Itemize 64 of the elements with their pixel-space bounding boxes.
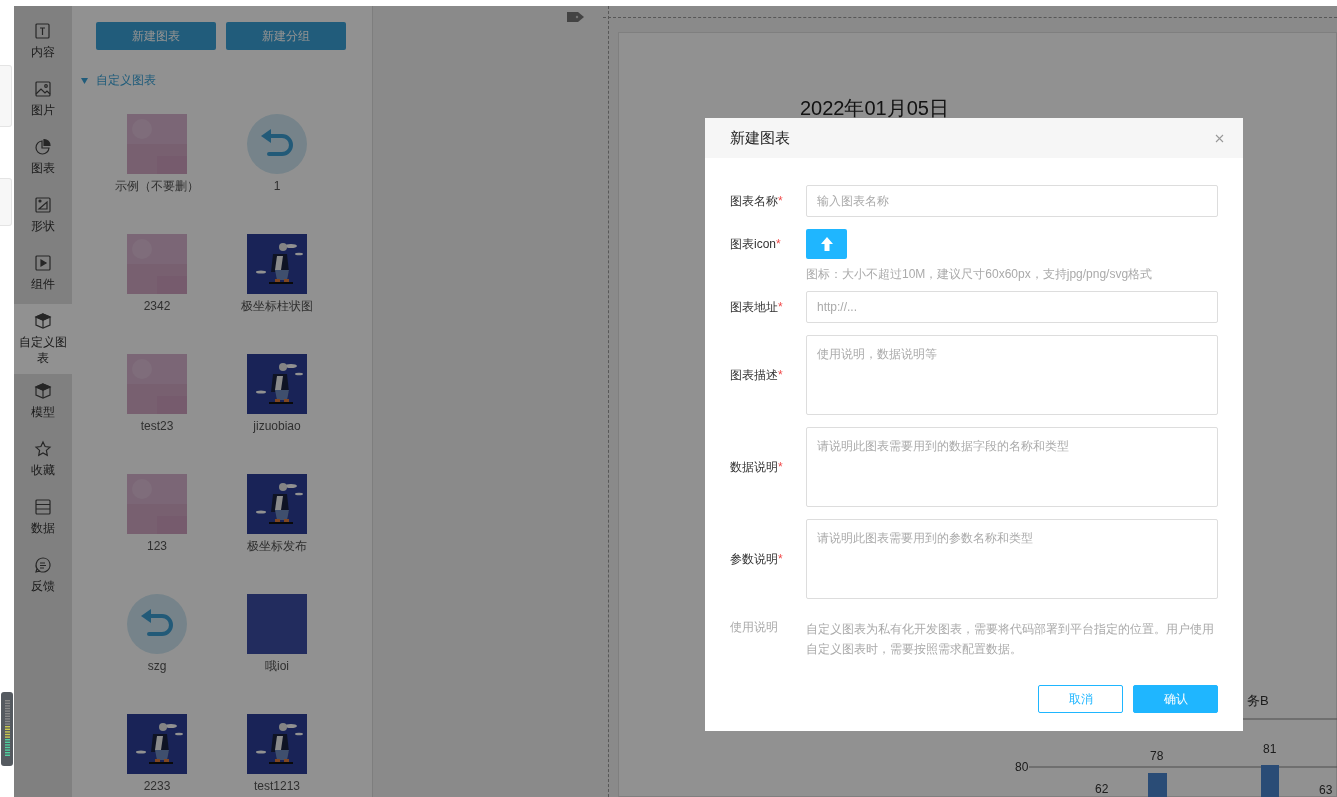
bar bbox=[1261, 765, 1279, 797]
image-icon bbox=[34, 80, 52, 98]
panel-edge bbox=[0, 178, 12, 226]
confirm-button[interactable]: 确认 bbox=[1133, 685, 1218, 713]
star-icon bbox=[34, 440, 52, 458]
cancel-button[interactable]: 取消 bbox=[1038, 685, 1123, 713]
shape-icon bbox=[34, 196, 52, 214]
bar-value-label: 81 bbox=[1263, 742, 1277, 756]
chart-item-label[interactable]: 极坐标柱状图 bbox=[241, 298, 313, 314]
chart-item-label[interactable]: 123 bbox=[147, 538, 167, 554]
undo-icon bbox=[247, 114, 307, 174]
bar bbox=[1148, 773, 1167, 797]
group-title[interactable]: 自定义图表 bbox=[96, 72, 156, 89]
up-arrow-icon bbox=[819, 236, 834, 252]
chart-item-label[interactable]: 1 bbox=[273, 178, 281, 194]
chart-item-label[interactable]: jizuobiao bbox=[253, 418, 301, 434]
bar-value-label: 63 bbox=[1319, 783, 1333, 797]
chart-item-label[interactable]: test1213 bbox=[253, 778, 300, 794]
thumbnail bbox=[247, 594, 307, 654]
legend-label: 务B bbox=[1247, 693, 1269, 708]
field-label: 图表名称* bbox=[730, 192, 784, 210]
chart-item-label[interactable]: 示例（不要删） bbox=[115, 178, 199, 194]
chart-item-label[interactable]: 哦ioi bbox=[265, 658, 289, 674]
panel-edge bbox=[0, 65, 12, 127]
chart-item-label[interactable]: 2233 bbox=[143, 778, 171, 794]
bar-value-label: 78 bbox=[1150, 749, 1164, 763]
usage-note: 自定义图表为私有化开发图表，需要将代码部署到平台指定的位置。用户使用自定义图表时，需要按照需求配置数据。 bbox=[806, 621, 1215, 658]
chart-item-label[interactable]: 极坐标发布 bbox=[247, 538, 307, 554]
play-icon bbox=[34, 254, 52, 272]
text-icon bbox=[34, 22, 52, 40]
pie-chart-icon bbox=[34, 138, 52, 156]
chart-item-label[interactable]: 2342 bbox=[143, 298, 171, 314]
cube-icon bbox=[34, 382, 52, 400]
chart-item-label[interactable]: szg bbox=[147, 658, 167, 674]
field-label: 数据说明* bbox=[730, 458, 784, 476]
new-button[interactable]: 新建图表 bbox=[96, 22, 216, 50]
sidebar-item[interactable]: 自定义图表 bbox=[14, 304, 72, 374]
dialog-title: 新建图表 bbox=[730, 128, 790, 148]
text-area[interactable]: 请说明此图表需要用到的数据字段的名称和类型 bbox=[806, 427, 1218, 507]
text-area[interactable]: 使用说明，数据说明等 bbox=[806, 335, 1218, 415]
tag-icon bbox=[566, 12, 584, 22]
text-field[interactable]: 输入图表名称 bbox=[806, 185, 1218, 217]
chat-icon bbox=[34, 556, 52, 574]
text-field[interactable]: http://... bbox=[806, 291, 1218, 323]
axis-tick-label: 80 bbox=[1015, 760, 1029, 774]
list-icon bbox=[34, 498, 52, 516]
close-button[interactable] bbox=[1213, 132, 1225, 144]
upload-button[interactable] bbox=[806, 229, 847, 259]
field-label: 参数说明* bbox=[730, 550, 784, 568]
close-icon bbox=[1214, 133, 1224, 143]
cube-icon bbox=[34, 312, 52, 330]
field-label: 图表描述* bbox=[730, 366, 784, 384]
chart-item-label[interactable]: test23 bbox=[140, 418, 174, 434]
new-button[interactable]: 新建分组 bbox=[226, 22, 346, 50]
date-text: 2022年01月05日 bbox=[800, 96, 949, 121]
field-label: 图表地址* bbox=[730, 298, 784, 316]
field-label: 图表icon* bbox=[730, 235, 782, 253]
field-label: 使用说明 bbox=[730, 619, 779, 636]
upload-hint: 图标：大小不超过10M，建议尺寸60x60px，支持jpg/png/svg格式 bbox=[806, 266, 1154, 283]
undo-icon bbox=[127, 594, 187, 654]
bar-value-label: 62 bbox=[1095, 782, 1109, 796]
level-meter-icon bbox=[1, 692, 13, 766]
text-area[interactable]: 请说明此图表需要用到的参数名称和类型 bbox=[806, 519, 1218, 599]
caret-icon[interactable] bbox=[81, 77, 88, 84]
